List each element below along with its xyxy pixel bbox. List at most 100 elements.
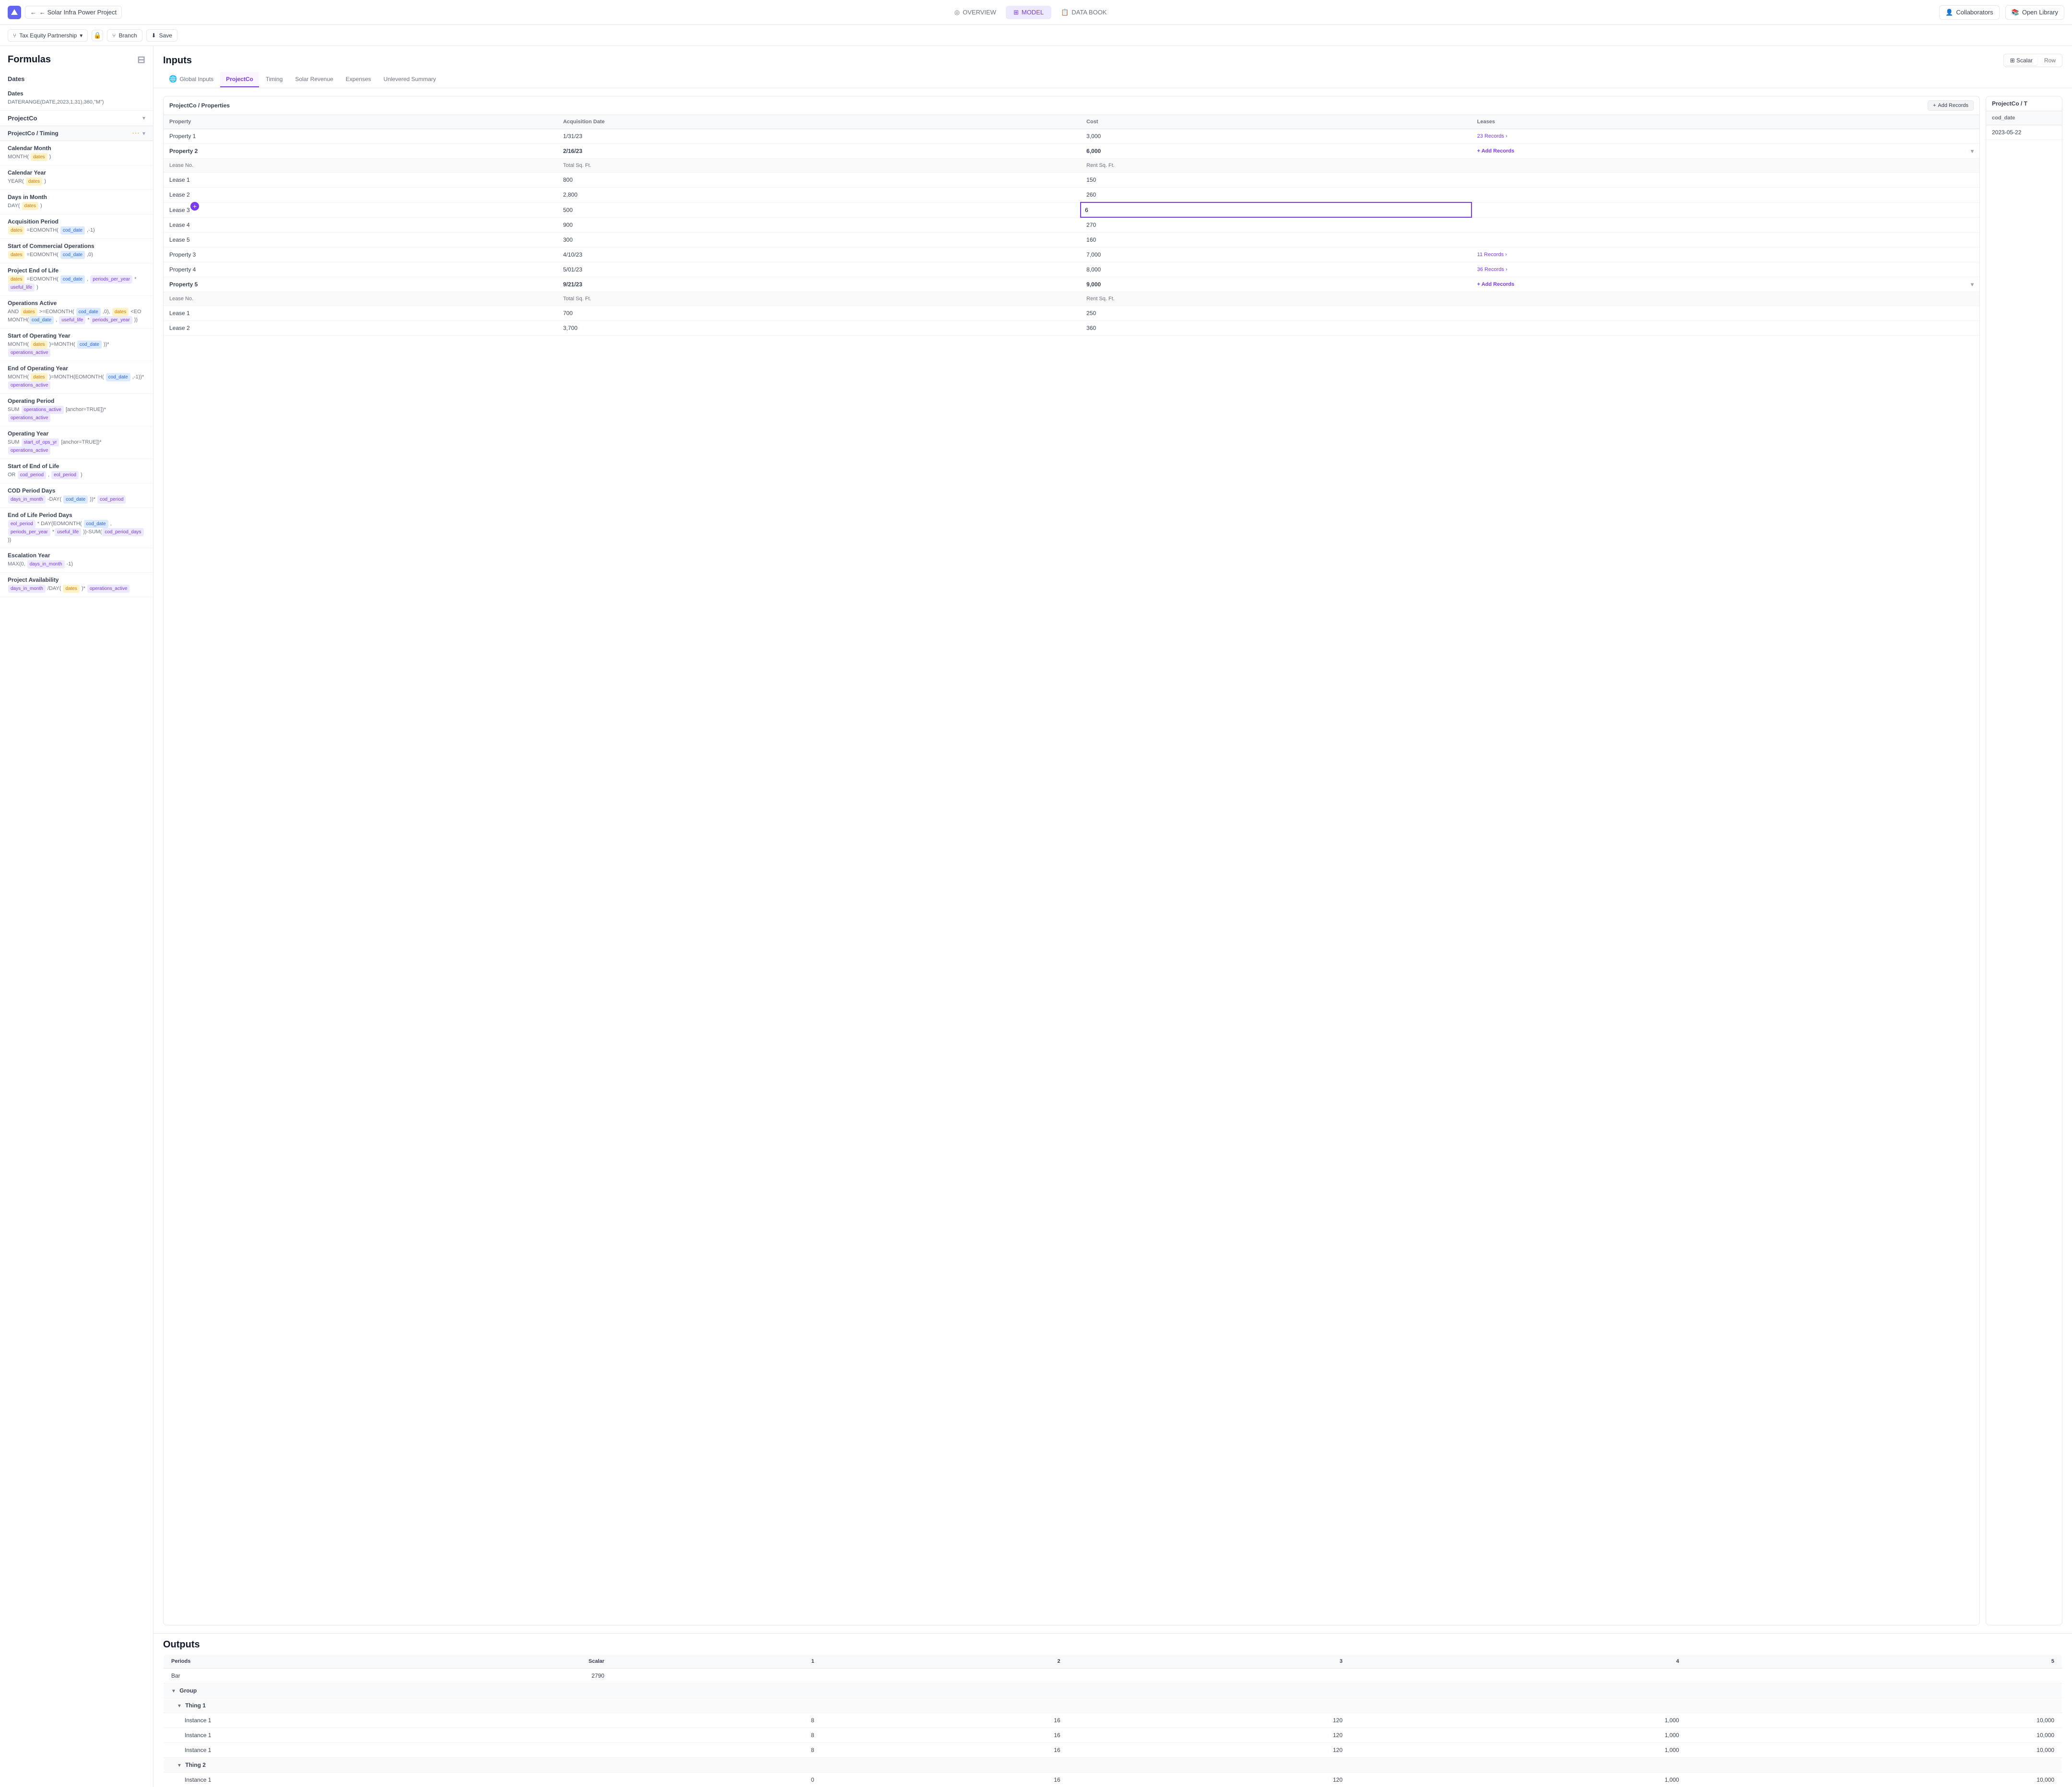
- breadcrumb: ProjectCo / Properties: [169, 102, 230, 109]
- expand-chevron-icon[interactable]: ▾: [1971, 148, 1974, 154]
- thing2-label[interactable]: ▼ Thing 2: [164, 1758, 2062, 1773]
- rent-sqft-header: Rent Sq. Ft.: [1081, 159, 1472, 173]
- property-leases: + Add Records ▾: [1472, 144, 1979, 159]
- lease-no: Lease 5: [164, 233, 557, 247]
- records-link[interactable]: 36 Records ›: [1477, 267, 1974, 272]
- add-lease-button[interactable]: +: [190, 202, 199, 211]
- tab-solar-revenue[interactable]: Solar Revenue: [289, 72, 339, 87]
- property-name: Property 3: [164, 247, 557, 262]
- col-periods: Periods: [164, 1655, 259, 1669]
- formulas-title-row: Formulas ⊟: [0, 54, 153, 71]
- toolbar: ⑂ Tax Equity Partnership ▾ 🔒 ⑂ Branch ⬇ …: [0, 25, 2072, 46]
- instance-label: Instance 1: [164, 1728, 259, 1743]
- start-operating-year-formula: Start of Operating Year MONTH( dates )=M…: [0, 329, 153, 361]
- col-3: 3: [1068, 1655, 1351, 1669]
- projectco-section-header[interactable]: ProjectCo ▾: [0, 111, 153, 126]
- collaborators-icon: 👤: [1945, 9, 1953, 16]
- dates-formula: Dates DATERANGE(DATE,2023,1,31),360,"M"): [0, 86, 153, 111]
- property-acq-date: 9/21/23: [557, 277, 1081, 292]
- partnership-dropdown[interactable]: ⑂ Tax Equity Partnership ▾: [8, 29, 88, 42]
- col-4: 4: [1350, 1655, 1687, 1669]
- instance-label: Instance 1: [164, 1743, 259, 1758]
- tab-timing[interactable]: Timing: [260, 72, 289, 87]
- open-library-button[interactable]: 📚 Open Library: [2005, 5, 2064, 20]
- group-collapse-icon[interactable]: ▼: [171, 1689, 176, 1694]
- operations-active-formula: Operations Active AND dates >=EOMONTH( c…: [0, 296, 153, 329]
- more-options-icon[interactable]: ···: [132, 129, 140, 138]
- inputs-tabs: 🌐 Global Inputs ProjectCo Timing Solar R…: [153, 71, 2072, 88]
- app-logo: [8, 6, 21, 19]
- outputs-title: Outputs: [163, 1639, 200, 1650]
- right-panel: Inputs ⊞ Scalar Row 🌐 Global Inputs: [153, 46, 2072, 1787]
- group-label[interactable]: ▼ Group: [164, 1683, 2062, 1698]
- table-row: Instance 1 8 16 120 1,000 10,000: [164, 1728, 2062, 1743]
- instance-label: Instance 1: [164, 1713, 259, 1728]
- rent-sqft-input-cell[interactable]: [1081, 202, 1472, 217]
- add-records-property5-button[interactable]: + Add Records: [1477, 282, 1515, 287]
- rent-sqft-input[interactable]: [1085, 207, 1104, 213]
- tab-unlevered-summary[interactable]: Unlevered Summary: [378, 72, 442, 87]
- side-header-row: cod_date: [1986, 111, 2062, 125]
- save-button[interactable]: ⬇ Save: [146, 29, 177, 42]
- table-row: Instance 1 0 16 120 1,000 10,000: [164, 1773, 2062, 1787]
- table-row: Lease 2 3,700 360: [164, 321, 1979, 336]
- total-sqft: 800: [557, 173, 1081, 188]
- property-acq-date: 5/01/23: [557, 262, 1081, 277]
- table-row: Lease 1 800 150: [164, 173, 1979, 188]
- projectco-label: ProjectCo: [8, 115, 37, 122]
- thing2-collapse-icon[interactable]: ▼: [177, 1763, 182, 1768]
- col-1: 1: [612, 1655, 822, 1669]
- tab-databook[interactable]: 📋 DATA BOOK: [1053, 6, 1114, 19]
- table-header-row: Property Acquisition Date Cost Leases: [164, 115, 1979, 129]
- branch-button[interactable]: ⑂ Branch: [107, 29, 142, 42]
- total-sqft: 500: [557, 202, 1081, 217]
- view-toggle: ⊞ Scalar Row: [2003, 54, 2062, 67]
- inputs-table-area: ProjectCo / Properties + Add Records Pro…: [153, 88, 2072, 1633]
- col-acq-date: Acquisition Date: [557, 115, 1081, 129]
- tab-global-inputs[interactable]: 🌐 Global Inputs: [163, 71, 219, 88]
- lease-no-header: Lease No.: [164, 159, 557, 173]
- row-view-button[interactable]: Row: [2039, 56, 2060, 65]
- records-link[interactable]: 23 Records ›: [1477, 133, 1974, 139]
- scalar-icon: ⊞: [2010, 57, 2015, 64]
- operating-period-formula: Operating Period SUM operations_active […: [0, 394, 153, 426]
- plus-icon: +: [1933, 103, 1936, 108]
- back-button[interactable]: ← ← Solar Infra Power Project: [25, 6, 122, 19]
- lease-no-header: Lease No.: [164, 292, 557, 306]
- thing1-collapse-icon[interactable]: ▼: [177, 1704, 182, 1709]
- side-table: ProjectCo / T cod_date 2023-05-22: [1986, 96, 2062, 1625]
- lease-no: Lease 1: [164, 173, 557, 188]
- table-row: Lease 4 900 270: [164, 217, 1979, 233]
- tab-model[interactable]: ⊞ MODEL: [1006, 6, 1051, 19]
- dates-label: Dates: [8, 75, 24, 82]
- table-row: Property 3 4/10/23 7,000 11 Records ›: [164, 247, 1979, 262]
- add-records-property2-button[interactable]: + Add Records: [1477, 148, 1515, 154]
- collapse-panel-icon[interactable]: ⊟: [137, 54, 145, 66]
- property-name: Property 2: [164, 144, 557, 159]
- table-row: ▼ Thing 2: [164, 1758, 2062, 1773]
- tab-projectco[interactable]: ProjectCo: [220, 72, 259, 87]
- property-cost: 3,000: [1081, 129, 1472, 144]
- timing-subsection-header[interactable]: ProjectCo / Timing ··· ▾: [0, 126, 153, 141]
- lock-button[interactable]: 🔒: [92, 30, 103, 41]
- records-link[interactable]: 11 Records ›: [1477, 252, 1974, 258]
- dates-section-header[interactable]: Dates: [0, 71, 153, 86]
- top-navigation: ← ← Solar Infra Power Project ◎ OVERVIEW…: [0, 0, 2072, 25]
- scalar-view-button[interactable]: ⊞ Scalar: [2005, 56, 2037, 65]
- thing1-label[interactable]: ▼ Thing 1: [164, 1698, 2062, 1713]
- outputs-table-wrap: Periods Scalar 1 2 3 4 5 Bar 2790: [153, 1654, 2072, 1787]
- eol-period-days-formula: End of Life Period Days eol_period * DAY…: [0, 508, 153, 549]
- total-sqft: 2,800: [557, 188, 1081, 203]
- nav-tabs: ◎ OVERVIEW ⊞ MODEL 📋 DATA BOOK: [947, 6, 1115, 19]
- rent-sqft: 250: [1081, 306, 1472, 321]
- lease-header-row: Lease No. Total Sq. Ft. Rent Sq. Ft.: [164, 292, 1979, 306]
- tab-overview[interactable]: ◎ OVERVIEW: [947, 6, 1004, 19]
- expand-chevron-icon2[interactable]: ▾: [1971, 281, 1974, 288]
- dropdown-chevron-icon: ▾: [80, 32, 82, 39]
- collaborators-button[interactable]: 👤 Collaborators: [1939, 5, 2000, 20]
- add-records-top-button[interactable]: + Add Records: [1928, 100, 1974, 111]
- total-sqft-header: Total Sq. Ft.: [557, 292, 1081, 306]
- tab-expenses[interactable]: Expenses: [340, 72, 377, 87]
- properties-table: Property Acquisition Date Cost Leases Pr…: [164, 115, 1979, 336]
- property-cost: 6,000: [1081, 144, 1472, 159]
